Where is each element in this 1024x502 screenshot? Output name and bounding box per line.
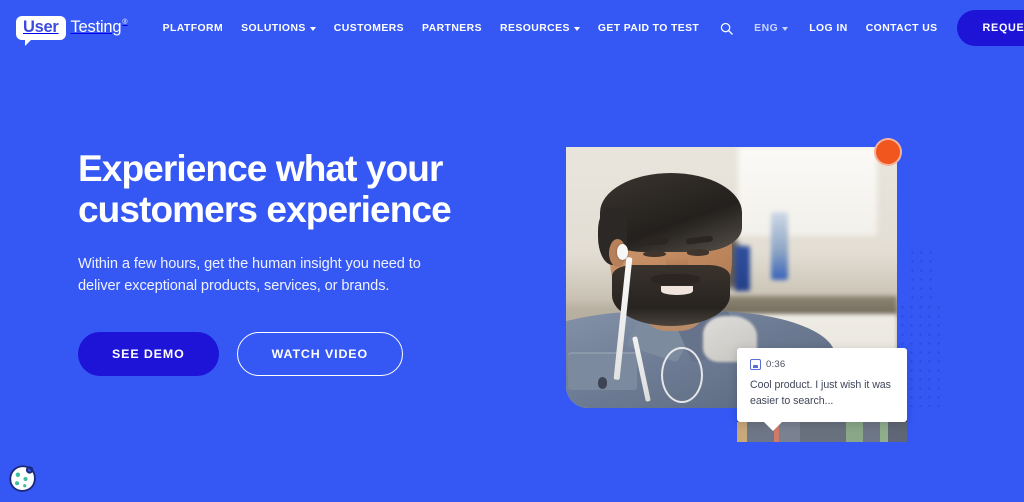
logo-trademark: ® [122, 19, 128, 27]
watch-video-button[interactable]: WATCH VIDEO [236, 332, 404, 377]
nav-item-customers[interactable]: CUSTOMERS [325, 17, 413, 40]
nav-item-label: CUSTOMERS [333, 22, 405, 34]
person-mustache [651, 273, 701, 286]
recording-indicator-dot [874, 138, 902, 166]
cookie-preferences-button[interactable] [6, 462, 40, 496]
search-button[interactable] [711, 15, 742, 42]
nav-item-resources[interactable]: RESOURCES [491, 17, 589, 40]
nav-item-label: PARTNERS [422, 22, 483, 34]
logo-word: Testing [70, 18, 122, 37]
nav-item-label: RESOURCES [500, 22, 570, 34]
comment-text: Cool product. I just wish it was easier … [750, 379, 891, 407]
nav-item-get-paid-to-test[interactable]: GET PAID TO TEST [589, 17, 708, 40]
see-demo-button[interactable]: SEE DEMO [78, 332, 219, 377]
person-mouth [661, 286, 694, 295]
nav-item-label: PLATFORM [162, 22, 224, 34]
nav-item-partners[interactable]: PARTNERS [413, 17, 491, 40]
cta-row: SEE DEMO WATCH VIDEO [78, 332, 508, 377]
nav-item-solutions[interactable]: SOLUTIONS [232, 17, 325, 40]
request-trial-button[interactable]: REQUEST TRIAL [956, 10, 1024, 46]
nav-item-platform[interactable]: PLATFORM [154, 17, 233, 40]
nav-links: PLATFORM SOLUTIONS CUSTOMERS PARTNERS RE… [154, 15, 947, 42]
chevron-down-icon [309, 26, 316, 31]
video-frame-icon [750, 359, 761, 370]
comment-timestamp: 0:36 [766, 359, 786, 370]
chevron-down-icon [782, 26, 789, 31]
login-label: LOG IN [809, 22, 848, 34]
cookie-icon [9, 465, 36, 492]
language-label: ENG [754, 22, 779, 34]
person-shirt-button [597, 377, 608, 389]
hero-subheading: Within a few hours, get the human insigh… [78, 253, 460, 298]
dot-grid-decoration-upper [908, 248, 938, 306]
nav-item-label: GET PAID TO TEST [597, 22, 700, 34]
contact-label: CONTACT US [865, 22, 938, 34]
search-icon [720, 22, 733, 35]
subhead-line-2: deliver exceptional products, services, … [78, 278, 390, 295]
nav-item-label: SOLUTIONS [241, 22, 306, 34]
logo-bubble-text: User [23, 18, 59, 37]
subhead-line-1: Within a few hours, get the human insigh… [78, 255, 421, 272]
login-link[interactable]: LOG IN [800, 17, 857, 40]
video-comment-card: 0:36 Cool product. I just wish it was ea… [737, 348, 907, 431]
contact-us-link[interactable]: CONTACT US [857, 17, 947, 40]
person-eye-right [686, 249, 709, 256]
hero-content: Experience what your customers experienc… [78, 148, 508, 377]
main-navigation: User Testing ® PLATFORM SOLUTIONS CUSTOM… [0, 0, 1024, 56]
page-title: Experience what your customers experienc… [78, 148, 508, 231]
chevron-down-icon [573, 26, 580, 31]
logo-bubble: User [16, 16, 66, 46]
language-selector[interactable]: ENG [746, 17, 796, 40]
headline-line-1: Experience what your [78, 148, 443, 189]
headline-line-2: customers experience [78, 189, 452, 231]
comment-meta: 0:36 [750, 359, 894, 370]
usertesting-logo[interactable]: User Testing ® [16, 16, 128, 46]
earbud-cord-loop [661, 346, 703, 403]
